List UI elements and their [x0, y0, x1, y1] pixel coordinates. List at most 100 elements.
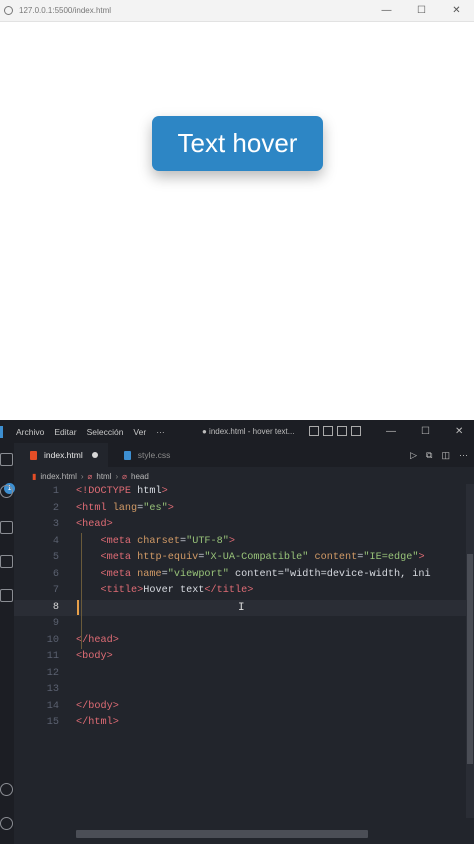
code-line[interactable]: 1 <!DOCTYPE html>	[14, 484, 474, 501]
code-text: <meta http-equiv="X-UA-Compatible" conte…	[100, 552, 425, 563]
close-button[interactable]: ✕	[439, 0, 474, 22]
line-number: 5	[52, 552, 59, 563]
open-preview-icon[interactable]: ⧉	[426, 450, 432, 461]
line-number: 8	[52, 601, 59, 613]
run-icon[interactable]: ▷	[410, 450, 417, 461]
vscode-maximize-button[interactable]: ☐	[421, 420, 430, 443]
code-line[interactable]: 10 </head>	[14, 633, 474, 650]
code-line[interactable]: 14 </body>	[14, 699, 474, 716]
line-number: 9	[52, 618, 59, 629]
line-number: 11	[46, 651, 59, 662]
code-text: </head>	[76, 634, 119, 646]
maximize-button[interactable]: ☐	[404, 0, 439, 22]
line-number: 10	[46, 634, 59, 646]
line-number: 6	[52, 568, 59, 580]
html-file-icon	[30, 450, 37, 460]
tab-label: style.css	[137, 450, 171, 460]
toggle-sidebar-icon[interactable]	[309, 426, 319, 436]
code-text: </body>	[76, 700, 119, 712]
code-line[interactable]: 5 <meta http-equiv="X-UA-Compatible" con…	[14, 550, 474, 567]
vscode-close-button[interactable]: ✕	[455, 420, 463, 443]
css-file-icon	[123, 450, 131, 460]
line-number: 7	[52, 585, 59, 596]
line-number: 13	[46, 684, 59, 695]
line-number: 14	[46, 700, 59, 712]
menu-seleccion[interactable]: Selección	[87, 427, 124, 437]
vertical-scrollbar[interactable]	[466, 484, 474, 818]
split-editor-icon[interactable]: ◫	[441, 450, 450, 461]
html-file-icon: ▮	[32, 471, 37, 481]
run-debug-icon[interactable]	[0, 555, 13, 568]
code-editor[interactable]: 15 </html> 14 </body> 13 12 11 <body> 10 </head> 9…	[14, 484, 474, 818]
menu-more[interactable]: ···	[156, 427, 165, 437]
code-text: <html lang="es">	[76, 502, 174, 514]
code-text: <meta charset="UTF-8">	[100, 535, 236, 547]
text-hover-button[interactable]: Text hover	[152, 116, 323, 171]
layout-controls	[309, 426, 361, 436]
code-text: <head>	[76, 519, 113, 530]
explorer-icon[interactable]	[0, 453, 13, 466]
customize-layout-icon[interactable]	[351, 426, 361, 436]
tab-style-css[interactable]: style.css	[108, 443, 181, 467]
menu-ver[interactable]: Ver	[133, 427, 146, 437]
line-number: 12	[46, 667, 59, 679]
code-line[interactable]: 13	[14, 682, 474, 699]
code-line[interactable]: 2 <html lang="es">	[14, 501, 474, 518]
window-title: ● index.html - hover text...	[202, 427, 295, 436]
minimize-button[interactable]: —	[369, 0, 404, 22]
breadcrumb-html[interactable]: html	[96, 472, 111, 481]
text-cursor	[77, 600, 79, 615]
unsaved-dot-icon[interactable]	[91, 452, 98, 458]
settings-gear-icon[interactable]	[0, 817, 13, 830]
account-icon[interactable]	[0, 783, 13, 796]
horizontal-scrollbar[interactable]	[76, 830, 368, 838]
line-number: 4	[52, 535, 59, 547]
page-viewport: Text hover	[0, 22, 474, 420]
vscode-logo-icon	[0, 425, 8, 438]
scrollbar-thumb[interactable]	[467, 554, 473, 764]
indent-guide	[81, 533, 82, 649]
vscode-minimize-button[interactable]: —	[386, 420, 396, 443]
vscode-title-bar: Archivo Editar Selección Ver ··· ● index…	[0, 420, 474, 443]
toggle-panel-icon[interactable]	[323, 426, 333, 436]
code-text: <title>Hover text</title>	[100, 585, 254, 596]
line-number: 1	[52, 486, 59, 497]
vscode-window: Archivo Editar Selección Ver ··· ● index…	[0, 420, 474, 844]
line-number: 3	[52, 519, 59, 530]
element-icon: ⌀	[87, 471, 93, 481]
menu-editar[interactable]: Editar	[54, 427, 76, 437]
code-line[interactable]: 15 </html>	[14, 715, 474, 732]
code-line[interactable]: 3 <head>	[14, 517, 474, 534]
extensions-icon[interactable]	[0, 589, 13, 602]
breadcrumb-head[interactable]: head	[131, 472, 149, 481]
source-control-icon[interactable]	[0, 521, 13, 534]
more-actions-icon[interactable]: ···	[459, 450, 468, 461]
address-url[interactable]: 127.0.0.1:5500/index.html	[19, 6, 369, 15]
browser-title-bar: 127.0.0.1:5500/index.html — ☐ ✕	[0, 0, 474, 22]
menu-archivo[interactable]: Archivo	[16, 427, 44, 437]
line-number: 15	[46, 717, 59, 728]
code-line[interactable]: 6 <meta name="viewport" content="width=d…	[14, 567, 474, 584]
chevron-right-icon: ›	[80, 471, 84, 481]
tab-index-html[interactable]: index.html	[14, 443, 108, 467]
code-line[interactable]: 12	[14, 666, 474, 683]
chevron-right-icon: ›	[115, 471, 119, 481]
search-icon[interactable]	[0, 485, 13, 498]
editor-actions: ▷ ⧉ ◫ ···	[410, 450, 468, 461]
code-line[interactable]: 11 <body>	[14, 649, 474, 666]
breadcrumb-file[interactable]: index.html	[40, 472, 76, 481]
editor-tabs: index.html style.css ▷ ⧉ ◫ ···	[14, 443, 474, 467]
site-info-icon[interactable]	[4, 6, 13, 15]
activity-bar: 1	[0, 443, 15, 844]
toggle-secondary-sidebar-icon[interactable]	[337, 426, 347, 436]
code-text: <body>	[76, 651, 113, 662]
code-line[interactable]: 7 <title>Hover text</title>	[14, 583, 474, 600]
browser-window: 127.0.0.1:5500/index.html — ☐ ✕ Text hov…	[0, 0, 474, 420]
element-icon: ⌀	[122, 471, 127, 481]
code-line[interactable]: 9	[14, 616, 474, 633]
code-text: </html>	[76, 717, 119, 728]
code-text: <!DOCTYPE html>	[76, 486, 168, 497]
mouse-ibeam-icon: I	[238, 602, 245, 614]
code-text: <meta name="viewport" content="width=dev…	[100, 568, 431, 580]
code-line[interactable]: 4 <meta charset="UTF-8">	[14, 534, 474, 551]
